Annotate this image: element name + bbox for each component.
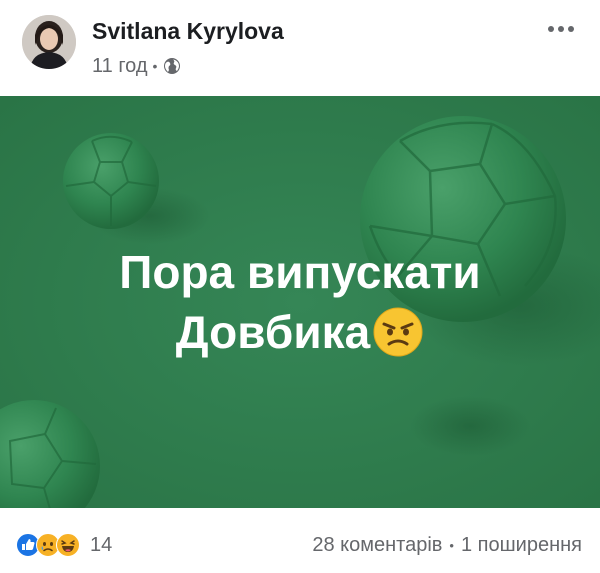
image-caption: Пора випускати Довбика: [0, 242, 600, 362]
post-image[interactable]: Пора випускати Довбика: [0, 96, 600, 508]
globe-icon[interactable]: [163, 57, 181, 75]
post-meta: 11 год •: [92, 55, 181, 77]
shares-count-link[interactable]: 1 поширення: [461, 534, 582, 557]
stats-separator: •: [449, 538, 454, 553]
post-footer: 14 28 коментарів • 1 поширення: [0, 508, 600, 573]
haha-icon: [56, 533, 80, 557]
post-card: Svitlana Kyrylova 11 год • Пора випускат…: [0, 0, 600, 573]
comments-count-link[interactable]: 28 коментарів: [312, 534, 442, 557]
post-time[interactable]: 11 год: [92, 55, 148, 78]
avatar-photo: [22, 15, 76, 69]
caption-line-2-row: Довбика: [176, 302, 424, 362]
post-header: Svitlana Kyrylova 11 год •: [0, 0, 600, 96]
caption-line-1: Пора випускати: [119, 246, 481, 298]
more-options-icon[interactable]: [546, 22, 576, 36]
angry-face-emoji-icon: [373, 307, 423, 357]
avatar[interactable]: [22, 15, 76, 69]
soccer-ball-small: [63, 133, 159, 229]
reactions-count: 14: [90, 533, 113, 556]
meta-separator: •: [152, 58, 158, 74]
reactions-summary[interactable]: 14: [16, 532, 112, 558]
caption-line-2: Довбика: [175, 306, 371, 358]
author-name[interactable]: Svitlana Kyrylova: [92, 18, 284, 45]
post-stats: 28 коментарів • 1 поширення: [312, 534, 582, 557]
